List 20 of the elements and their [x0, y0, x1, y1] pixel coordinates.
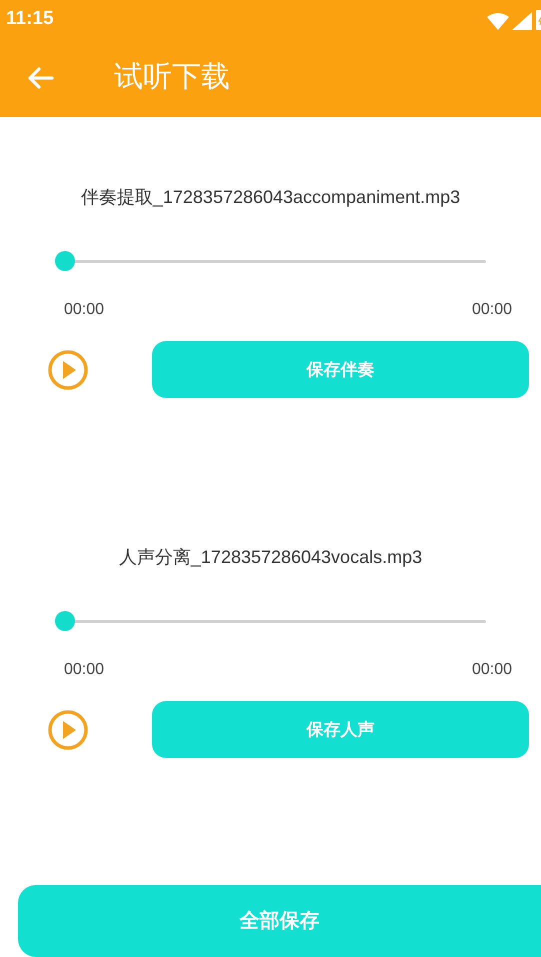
save-button[interactable]: 保存人声	[152, 701, 529, 758]
wifi-icon	[487, 12, 509, 30]
save-all-button[interactable]: 全部保存	[18, 885, 541, 957]
play-icon[interactable]	[47, 708, 89, 750]
slider-thumb[interactable]	[55, 251, 75, 271]
status-time: 11:15	[6, 6, 54, 31]
slider-thumb[interactable]	[55, 611, 75, 631]
seek-slider[interactable]	[55, 250, 486, 272]
back-arrow-icon[interactable]	[26, 66, 54, 90]
duration-time: 00:00	[472, 300, 512, 320]
elapsed-time: 00:00	[64, 300, 104, 320]
elapsed-time: 00:00	[64, 660, 104, 680]
file-name: 伴奏提取_1728357286043accompaniment.mp3	[80, 186, 460, 209]
page-title: 试听下载	[114, 60, 230, 95]
signal-icon	[512, 12, 532, 30]
save-button[interactable]: 保存伴奏	[152, 341, 529, 398]
play-icon[interactable]	[47, 348, 89, 390]
seek-slider[interactable]	[55, 610, 486, 632]
file-name: 人声分离_1728357286043vocals.mp3	[118, 546, 422, 569]
duration-time: 00:00	[472, 660, 512, 680]
